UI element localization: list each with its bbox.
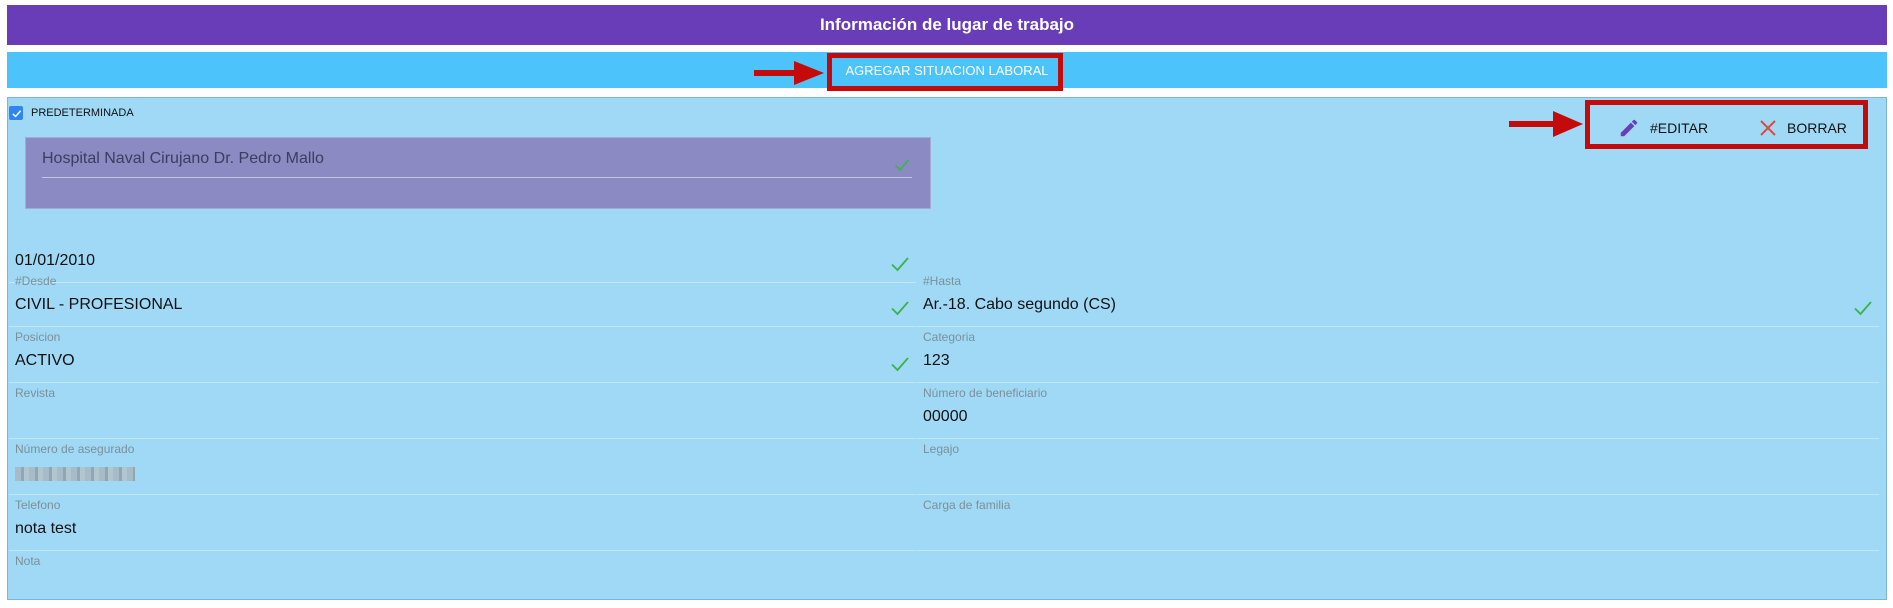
carga-familia-label: Carga de familia (923, 498, 1011, 512)
check-icon (894, 159, 910, 172)
revista-field[interactable]: Revista (9, 382, 916, 439)
divider (42, 177, 912, 178)
telefono-label: Telefono (15, 498, 61, 512)
desde-label: #Desde (15, 274, 57, 288)
legajo-label: Legajo (923, 442, 960, 456)
nota-label: Nota (15, 554, 41, 568)
telefono-field[interactable]: Telefono nota test (9, 494, 916, 551)
posicion-field[interactable]: Posicion ACTIVO (9, 326, 916, 383)
check-icon (891, 357, 909, 372)
check-icon (11, 109, 21, 117)
check-icon (891, 301, 909, 316)
beneficiario-field[interactable]: Número de beneficiario 00000 (917, 382, 1879, 439)
check-icon (1854, 301, 1872, 316)
hasta-value: Ar.-18. Cabo segundo (CS) (923, 296, 1116, 313)
workplace-select[interactable]: Hospital Naval Cirujano Dr. Pedro Mallo (25, 137, 931, 209)
hasta-label: #Hasta (923, 274, 962, 288)
page-title: Información de lugar de trabajo (819, 15, 1075, 34)
categoria-label: Categoria (923, 330, 976, 344)
start-date-value: 01/01/2010 (15, 252, 96, 269)
categoria-field[interactable]: Categoria 123 (917, 326, 1879, 383)
asegurado-label: Número de asegurado (15, 442, 135, 456)
categoria-value: 123 (923, 352, 950, 369)
hasta-field[interactable]: #Hasta Ar.-18. Cabo segundo (CS) (917, 270, 1879, 327)
redacted-value (15, 467, 135, 481)
annotation-highlight-box (1585, 100, 1868, 149)
posicion-value: ACTIVO (15, 352, 75, 369)
annotation-arrow-icon (754, 61, 824, 85)
default-checkbox[interactable] (9, 106, 23, 120)
asegurado-field[interactable]: Número de asegurado (9, 438, 916, 495)
default-checkbox-row[interactable]: PREDETERMINADA (9, 106, 134, 120)
default-label: PREDETERMINADA (31, 107, 134, 119)
asegurado-value (15, 464, 135, 486)
telefono-value: nota test (15, 520, 77, 537)
posicion-label: Posicion (15, 330, 61, 344)
revista-label: Revista (15, 386, 56, 400)
desde-value: CIVIL - PROFESIONAL (15, 296, 183, 313)
beneficiario-label: Número de beneficiario (923, 386, 1048, 400)
annotation-highlight-box (827, 53, 1063, 91)
desde-field[interactable]: #Desde CIVIL - PROFESIONAL (9, 270, 916, 327)
legajo-field[interactable]: Legajo (917, 438, 1879, 495)
page-header: Información de lugar de trabajo (7, 5, 1887, 45)
annotation-arrow-icon (1509, 111, 1583, 137)
nota-field[interactable]: Nota (9, 550, 916, 606)
carga-familia-field[interactable]: Carga de familia (917, 494, 1879, 551)
workplace-name: Hospital Naval Cirujano Dr. Pedro Mallo (42, 150, 324, 167)
beneficiario-value: 00000 (923, 408, 968, 425)
work-situation-card: PREDETERMINADA Hospital Naval Cirujano D… (7, 97, 1887, 600)
